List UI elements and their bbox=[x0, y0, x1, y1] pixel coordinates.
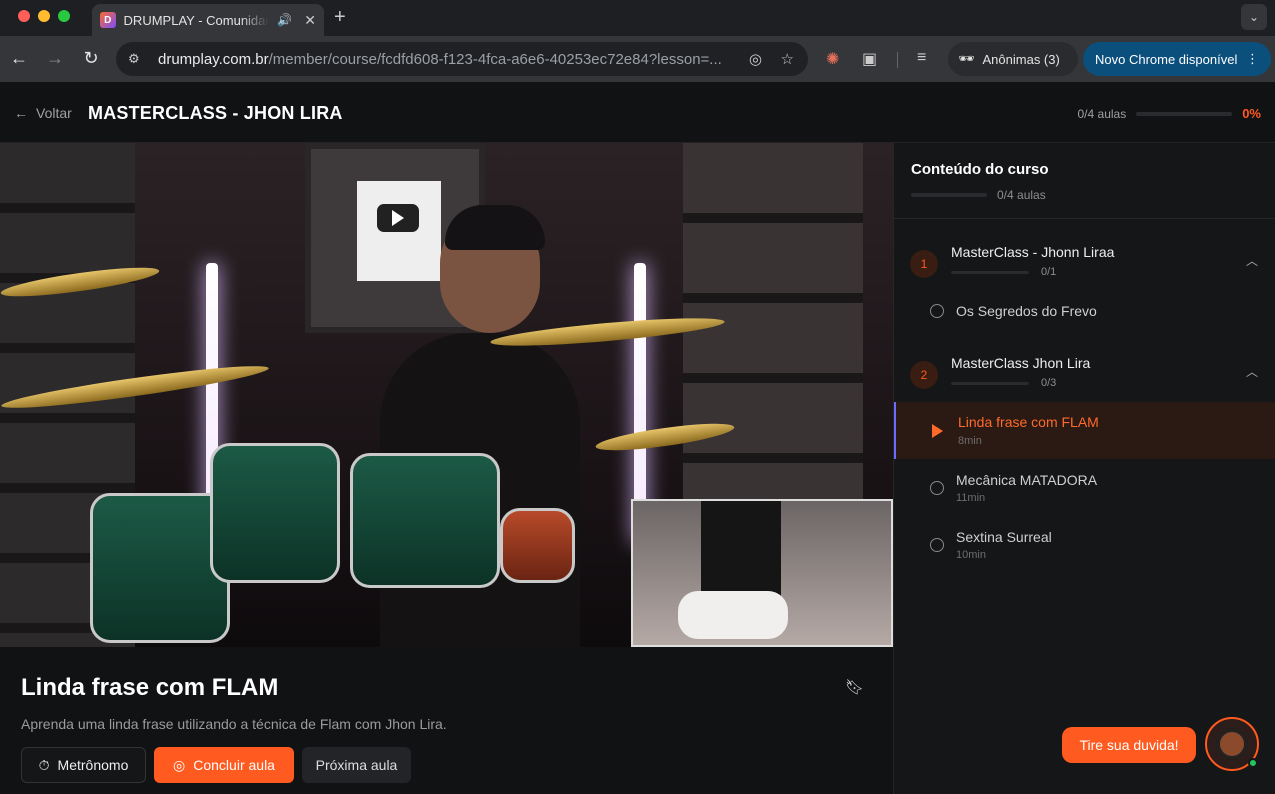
url-text[interactable]: drumplay.com.br/member/course/fcdfd608-f… bbox=[158, 51, 738, 68]
module-number: 1 bbox=[910, 250, 938, 278]
lesson-item[interactable]: Sextina Surreal 10min bbox=[894, 516, 1275, 573]
incognito-profile-button[interactable]: 🕶 Anônimas (3) bbox=[948, 42, 1078, 76]
sidebar-progress-bar bbox=[911, 193, 987, 197]
minimize-window-button[interactable] bbox=[38, 10, 50, 22]
eye-off-icon[interactable]: ◎ bbox=[749, 50, 762, 68]
stopwatch-icon: ⏱ bbox=[38, 756, 50, 773]
video-scene-drum bbox=[350, 453, 500, 588]
complete-lesson-button[interactable]: ◎ Concluir aula bbox=[154, 747, 294, 783]
browser-tab-bar: D DRUMPLAY - Comunidade 🔊 ✕ + ⌄ bbox=[0, 0, 1275, 36]
module-title: MasterClass Jhon Lira bbox=[951, 355, 1091, 371]
tab-search-icon[interactable]: ⌄ bbox=[1241, 4, 1267, 30]
module-header[interactable]: 2 MasterClass Jhon Lira 0/3 ︿ bbox=[894, 351, 1275, 401]
drumplay-favicon-icon: D bbox=[100, 12, 116, 28]
next-lesson-button[interactable]: Próxima aula bbox=[302, 747, 411, 783]
back-link[interactable]: ← Voltar bbox=[14, 105, 72, 121]
update-label: Novo Chrome disponível bbox=[1095, 51, 1238, 67]
progress-bar bbox=[1136, 111, 1233, 116]
lesson-title: Linda frase com FLAM bbox=[21, 674, 279, 701]
metronome-label: Metrônomo bbox=[57, 757, 129, 773]
tab-title: DRUMPLAY - Comunidade bbox=[123, 12, 270, 28]
chrome-update-button[interactable]: Novo Chrome disponível ⋮ bbox=[1083, 42, 1271, 76]
lesson-item[interactable]: Mecânica MATADORA 11min bbox=[894, 459, 1275, 516]
module-progress-bar bbox=[951, 270, 1029, 274]
circle-icon bbox=[930, 304, 944, 318]
lesson-name: Os Segredos do Frevo bbox=[956, 303, 1097, 319]
video-scene-shoe bbox=[678, 591, 788, 639]
play-triangle-icon bbox=[932, 424, 943, 438]
extension-icon[interactable]: ✺ bbox=[826, 49, 839, 69]
toolbar-divider bbox=[897, 52, 898, 68]
course-content-sidebar: Conteúdo do curso 0/4 aulas 1 MasterClas… bbox=[893, 143, 1275, 794]
progress-percent: 0% bbox=[1242, 106, 1261, 121]
video-scene-drum bbox=[500, 508, 575, 583]
complete-label: Concluir aula bbox=[193, 757, 275, 773]
incognito-label: Anônimas (3) bbox=[982, 51, 1060, 67]
media-control-icon[interactable]: ≡ bbox=[917, 49, 926, 67]
lesson-name: Linda frase com FLAM bbox=[958, 414, 1099, 430]
circle-icon bbox=[930, 538, 944, 552]
speaker-icon[interactable]: 🔊 bbox=[277, 13, 292, 27]
forward-arrow-icon[interactable]: → bbox=[44, 48, 66, 69]
browser-toolbar: ← → ↻ ⚙ drumplay.com.br/member/course/fc… bbox=[0, 36, 1275, 82]
check-circle-icon: ◎ bbox=[173, 756, 186, 773]
maximize-window-button[interactable] bbox=[58, 10, 70, 22]
chat-help-bubble[interactable]: Tire sua duvida! bbox=[1062, 727, 1196, 763]
circle-icon bbox=[930, 481, 944, 495]
metronome-button[interactable]: ⏱ Metrônomo bbox=[21, 747, 146, 783]
module-progress-text: 0/3 bbox=[1041, 377, 1057, 389]
lesson-item-active[interactable]: Linda frase com FLAM 8min bbox=[894, 402, 1275, 459]
module-progress: 0/1 bbox=[951, 266, 1056, 278]
module-progress-text: 0/1 bbox=[1041, 266, 1057, 278]
bookmark-icon[interactable]: 🔖︎ bbox=[845, 678, 864, 696]
course-title: MASTERCLASS - JHON LIRA bbox=[88, 103, 343, 123]
lesson-duration: 10min bbox=[956, 549, 986, 561]
youtube-play-icon[interactable] bbox=[377, 204, 419, 232]
browser-tab[interactable]: D DRUMPLAY - Comunidade 🔊 ✕ bbox=[92, 4, 324, 36]
video-scene-drum bbox=[210, 443, 340, 583]
module-number: 2 bbox=[910, 361, 938, 389]
lesson-name: Mecânica MATADORA bbox=[956, 472, 1098, 488]
extensions-puzzle-icon[interactable]: ▣ bbox=[862, 49, 877, 69]
lesson-duration: 8min bbox=[958, 435, 982, 447]
chevron-up-icon[interactable]: ︿ bbox=[1246, 363, 1258, 380]
lesson-name: Sextina Surreal bbox=[956, 529, 1052, 545]
video-player[interactable] bbox=[0, 143, 893, 647]
lesson-description: Aprenda uma linda frase utilizando a téc… bbox=[21, 716, 447, 732]
kebab-menu-icon[interactable]: ⋮ bbox=[1246, 51, 1259, 67]
bookmark-star-icon[interactable]: ☆ bbox=[781, 50, 794, 68]
arrow-left-icon: ← bbox=[14, 105, 28, 121]
avatar bbox=[1217, 729, 1247, 759]
incognito-icon: 🕶 bbox=[958, 51, 975, 66]
close-window-button[interactable] bbox=[18, 10, 30, 22]
sidebar-progress: 0/4 aulas bbox=[911, 188, 1046, 202]
url-path: /member/course/fcdfd608-f123-4fca-a6e6-4… bbox=[268, 50, 722, 68]
module-progress: 0/3 bbox=[951, 377, 1056, 389]
reload-icon[interactable]: ↻ bbox=[80, 48, 102, 69]
url-host: drumplay.com.br bbox=[158, 50, 269, 68]
video-scene-drum bbox=[90, 493, 230, 643]
chevron-up-icon[interactable]: ︿ bbox=[1246, 252, 1258, 269]
sidebar-divider bbox=[894, 218, 1275, 219]
online-status-icon bbox=[1248, 758, 1258, 768]
video-scene-drummer-cap bbox=[445, 205, 545, 250]
lesson-item[interactable]: Os Segredos do Frevo bbox=[894, 283, 1275, 340]
module-progress-bar bbox=[951, 381, 1029, 385]
next-label: Próxima aula bbox=[315, 757, 398, 773]
progress-text: 0/4 aulas bbox=[1077, 106, 1127, 121]
back-label: Voltar bbox=[36, 105, 72, 121]
sidebar-progress-text: 0/4 aulas bbox=[997, 188, 1046, 202]
back-arrow-icon[interactable]: ← bbox=[8, 48, 30, 69]
sidebar-title: Conteúdo do curso bbox=[911, 161, 1049, 178]
new-tab-icon[interactable]: + bbox=[334, 6, 346, 29]
course-header: ← Voltar MASTERCLASS - JHON LIRA 0/4 aul… bbox=[0, 82, 1275, 143]
module-title: MasterClass - Jhonn Liraa bbox=[951, 244, 1115, 260]
close-tab-icon[interactable]: ✕ bbox=[304, 12, 316, 29]
site-info-icon[interactable]: ⚙ bbox=[128, 51, 146, 67]
course-progress: 0/4 aulas 0% bbox=[1078, 106, 1262, 121]
lesson-duration: 11min bbox=[956, 492, 986, 504]
address-bar[interactable]: ⚙ drumplay.com.br/member/course/fcdfd608… bbox=[116, 42, 808, 76]
video-pip-inset bbox=[631, 499, 893, 647]
